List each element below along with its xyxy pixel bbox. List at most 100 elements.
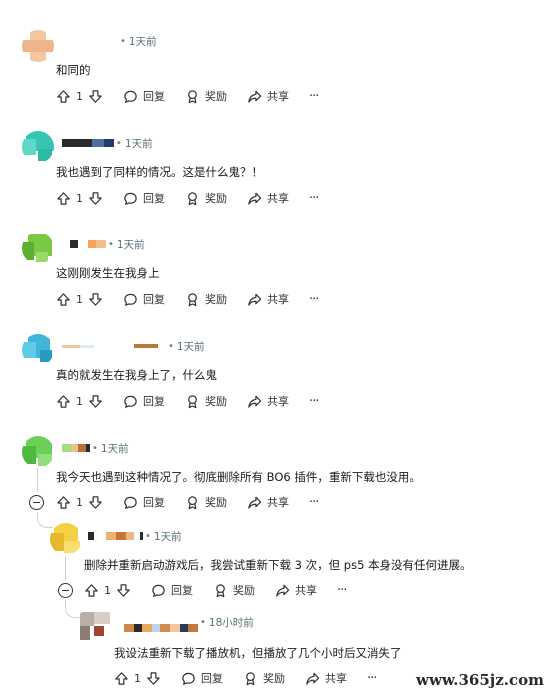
reply-label: 回复	[201, 672, 223, 685]
vote-count: 1	[76, 292, 83, 306]
share-button[interactable]: 共享	[305, 670, 347, 686]
reply-button[interactable]: 回复	[123, 393, 165, 409]
separator-dot: •	[92, 442, 98, 454]
username-redacted	[124, 624, 198, 632]
comment-meta: • 1天前	[62, 136, 153, 150]
comment-bubble-icon	[182, 672, 195, 685]
comment-bubble-icon	[124, 293, 137, 306]
downvote-icon[interactable]	[146, 671, 161, 686]
award-button[interactable]: 奖励	[185, 190, 227, 206]
share-button[interactable]: 共享	[247, 291, 289, 307]
comment-bubble-icon	[124, 395, 137, 408]
downvote-icon[interactable]	[88, 495, 103, 510]
reply-label: 回复	[143, 395, 165, 408]
reply-button[interactable]: 回复	[123, 190, 165, 206]
action-bar: 1 回复 奖励 共享 ···	[114, 667, 377, 689]
vote-count: 1	[76, 394, 83, 408]
avatar[interactable]	[22, 436, 54, 468]
action-bar: 1 回复 奖励 共享 ···	[56, 491, 319, 513]
downvote-icon[interactable]	[88, 191, 103, 206]
avatar[interactable]	[22, 30, 54, 62]
more-options-icon[interactable]: ···	[309, 495, 319, 510]
separator-dot: •	[116, 137, 122, 149]
more-options-icon[interactable]: ···	[309, 394, 319, 409]
vote-control: 1	[56, 292, 103, 307]
more-options-icon[interactable]: ···	[309, 292, 319, 307]
upvote-icon[interactable]	[84, 583, 99, 598]
comment-bubble-icon	[124, 496, 137, 509]
thread-line	[65, 556, 66, 580]
more-options-icon[interactable]: ···	[337, 583, 347, 598]
upvote-icon[interactable]	[56, 495, 71, 510]
more-options-icon[interactable]: ···	[309, 191, 319, 206]
reply-label: 回复	[143, 192, 165, 205]
reply-button[interactable]: 回复	[151, 582, 193, 598]
separator-dot: •	[200, 616, 206, 628]
upvote-icon[interactable]	[56, 191, 71, 206]
upvote-icon[interactable]	[114, 671, 129, 686]
watermark: www.365jz.com	[416, 671, 544, 689]
share-label: 共享	[267, 293, 289, 306]
avatar[interactable]	[50, 523, 82, 555]
separator-dot: •	[120, 35, 126, 47]
upvote-icon[interactable]	[56, 89, 71, 104]
upvote-icon[interactable]	[56, 394, 71, 409]
award-button[interactable]: 奖励	[185, 291, 227, 307]
upvote-icon[interactable]	[56, 292, 71, 307]
separator-dot: •	[168, 340, 174, 352]
comment-bubble-icon	[124, 90, 137, 103]
comment-meta: • 1天前	[88, 529, 182, 543]
award-button[interactable]: 奖励	[185, 88, 227, 104]
avatar[interactable]	[22, 334, 54, 366]
thread-connector	[37, 512, 53, 528]
reply-button[interactable]: 回复	[123, 291, 165, 307]
comment-text: 删除并重新启动游戏后，我尝试重新下载 3 次，但 ps5 本身没有任何进展。	[84, 558, 472, 572]
collapse-thread-button[interactable]	[58, 583, 73, 598]
comment-text: 这刚刚发生在我身上	[56, 266, 160, 280]
share-label: 共享	[267, 496, 289, 509]
username-redacted	[62, 444, 90, 452]
downvote-icon[interactable]	[116, 583, 131, 598]
more-options-icon[interactable]: ···	[367, 671, 377, 686]
share-label: 共享	[267, 90, 289, 103]
action-bar: 1 回复 奖励 共享 ···	[56, 187, 319, 209]
reply-button[interactable]: 回复	[181, 670, 223, 686]
share-icon	[248, 395, 262, 408]
share-button[interactable]: 共享	[247, 393, 289, 409]
share-button[interactable]: 共享	[247, 88, 289, 104]
award-icon	[188, 394, 197, 408]
award-button[interactable]: 奖励	[185, 393, 227, 409]
award-label: 奖励	[205, 90, 227, 103]
share-icon	[248, 90, 262, 103]
avatar[interactable]	[80, 612, 112, 644]
avatar[interactable]	[22, 131, 54, 163]
award-label: 奖励	[205, 293, 227, 306]
award-label: 奖励	[233, 584, 255, 597]
timestamp: 1天前	[100, 442, 129, 455]
award-icon	[188, 89, 197, 103]
reply-button[interactable]: 回复	[123, 88, 165, 104]
downvote-icon[interactable]	[88, 394, 103, 409]
username-redacted	[88, 532, 143, 540]
vote-control: 1	[56, 394, 103, 409]
share-icon	[248, 192, 262, 205]
award-label: 奖励	[263, 672, 285, 685]
comment-bubble-icon	[152, 584, 165, 597]
award-button[interactable]: 奖励	[185, 494, 227, 510]
avatar[interactable]	[22, 232, 54, 264]
more-options-icon[interactable]: ···	[309, 89, 319, 104]
award-button[interactable]: 奖励	[213, 582, 255, 598]
downvote-icon[interactable]	[88, 292, 103, 307]
timestamp: 1天前	[124, 137, 153, 150]
share-button[interactable]: 共享	[247, 494, 289, 510]
collapse-thread-button[interactable]	[29, 495, 44, 510]
action-bar: 1 回复 奖励 共享 ···	[84, 579, 347, 601]
reply-button[interactable]: 回复	[123, 494, 165, 510]
award-label: 奖励	[205, 192, 227, 205]
award-icon	[188, 292, 197, 306]
downvote-icon[interactable]	[88, 89, 103, 104]
share-button[interactable]: 共享	[247, 190, 289, 206]
share-button[interactable]: 共享	[275, 582, 317, 598]
vote-control: 1	[56, 495, 103, 510]
award-button[interactable]: 奖励	[243, 670, 285, 686]
